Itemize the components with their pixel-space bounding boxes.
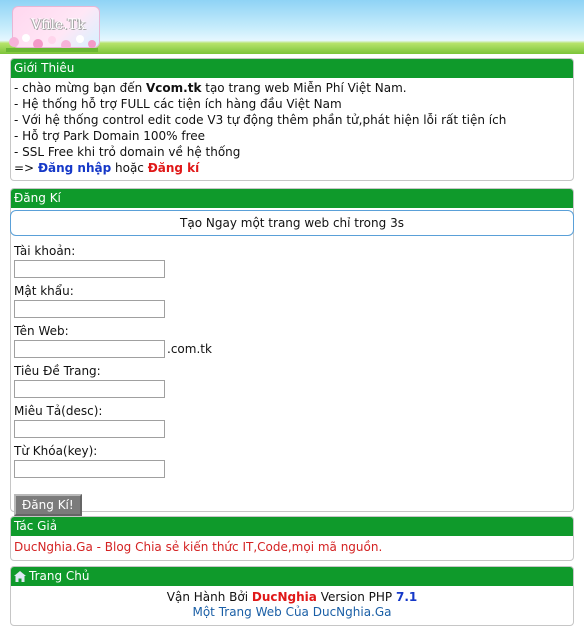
arrow-text: => <box>14 161 38 175</box>
register-submit-button[interactable]: Đăng Kí! <box>14 494 82 516</box>
desc-input[interactable] <box>14 420 165 438</box>
keywords-label: Từ Khóa(key): <box>14 444 98 458</box>
login-link[interactable]: Đăng nhập <box>38 161 111 175</box>
intro-line-3: - Với hệ thống control edit code V3 tự đ… <box>14 113 507 127</box>
register-link[interactable]: Đăng kí <box>148 161 200 175</box>
or-text: hoặc <box>111 161 148 175</box>
webname-input[interactable] <box>14 340 165 358</box>
page-title-label: Tiêu Đề Trang: <box>14 364 101 378</box>
home-title-bar: Trang Chủ <box>11 567 573 586</box>
owner-name: DucNghia <box>251 590 317 604</box>
keywords-input[interactable] <box>14 460 165 478</box>
webname-label: Tên Web: <box>14 324 69 338</box>
account-label: Tài khoản: <box>14 244 76 258</box>
intro-line-6: => Đăng nhập hoặc Đăng kí <box>14 160 570 176</box>
php-version: 7.1 <box>395 590 418 604</box>
intro-line-1-pre: - chào mừng bạn đến <box>14 81 146 95</box>
footer-link[interactable]: Một Trang Web Của DucNghia.Ga <box>11 605 573 620</box>
footer-line-1: Vận Hành Bởi DucNghia Version PHP 7.1 <box>11 590 573 605</box>
register-form: Tài khoản: Mật khẩu: Tên Web: .com.tk Ti… <box>11 236 573 516</box>
site-header: Vfile.Tk <box>0 0 584 54</box>
page-title-input[interactable] <box>14 380 165 398</box>
version-label: Version PHP <box>316 590 396 604</box>
account-input[interactable] <box>14 260 165 278</box>
register-panel: Đăng Kí Tạo Ngay một trang web chỉ trong… <box>10 188 574 516</box>
intro-line-4: - Hỗ trợ Park Domain 100% free <box>14 129 206 143</box>
intro-title: Giới Thiêu <box>11 59 573 78</box>
home-title: Trang Chủ <box>29 569 90 583</box>
footer-body: Vận Hành Bởi DucNghia Version PHP 7.1 Mộ… <box>11 586 573 622</box>
intro-line-1: - chào mừng bạn đến Vcom.tk tạo trang we… <box>14 80 570 96</box>
author-text[interactable]: DucNghia.Ga - Blog Chia sẻ kiến thức IT,… <box>11 536 573 558</box>
intro-panel: Giới Thiêu - chào mừng bạn đến Vcom.tk t… <box>10 58 574 181</box>
intro-line-5: - SSL Free khi trỏ domain về hệ thống <box>14 145 241 159</box>
flowers-decoration <box>6 34 98 52</box>
brand-name: Vcom.tk <box>146 81 202 95</box>
intro-line-1-post: tạo trang web Miễn Phí Việt Nam. <box>201 81 407 95</box>
password-input[interactable] <box>14 300 165 318</box>
home-panel: Trang Chủ Vận Hành Bởi DucNghia Version … <box>10 566 574 626</box>
author-title: Tác Giả <box>11 517 573 536</box>
register-banner: Tạo Ngay một trang web chỉ trong 3s <box>10 210 574 236</box>
home-icon <box>14 571 26 582</box>
run-by-text: Vận Hành Bởi <box>166 590 252 604</box>
password-label: Mật khẩu: <box>14 284 74 298</box>
register-title: Đăng Kí <box>11 189 573 208</box>
desc-label: Miêu Tả(desc): <box>14 404 103 418</box>
author-panel: Tác Giả DucNghia.Ga - Blog Chia sẻ kiến … <box>10 516 574 561</box>
intro-line-2: - Hệ thống hỗ trợ FULL các tiện ích hàng… <box>14 97 342 111</box>
intro-body: - chào mừng bạn đến Vcom.tk tạo trang we… <box>11 78 573 178</box>
domain-suffix: .com.tk <box>167 342 212 356</box>
